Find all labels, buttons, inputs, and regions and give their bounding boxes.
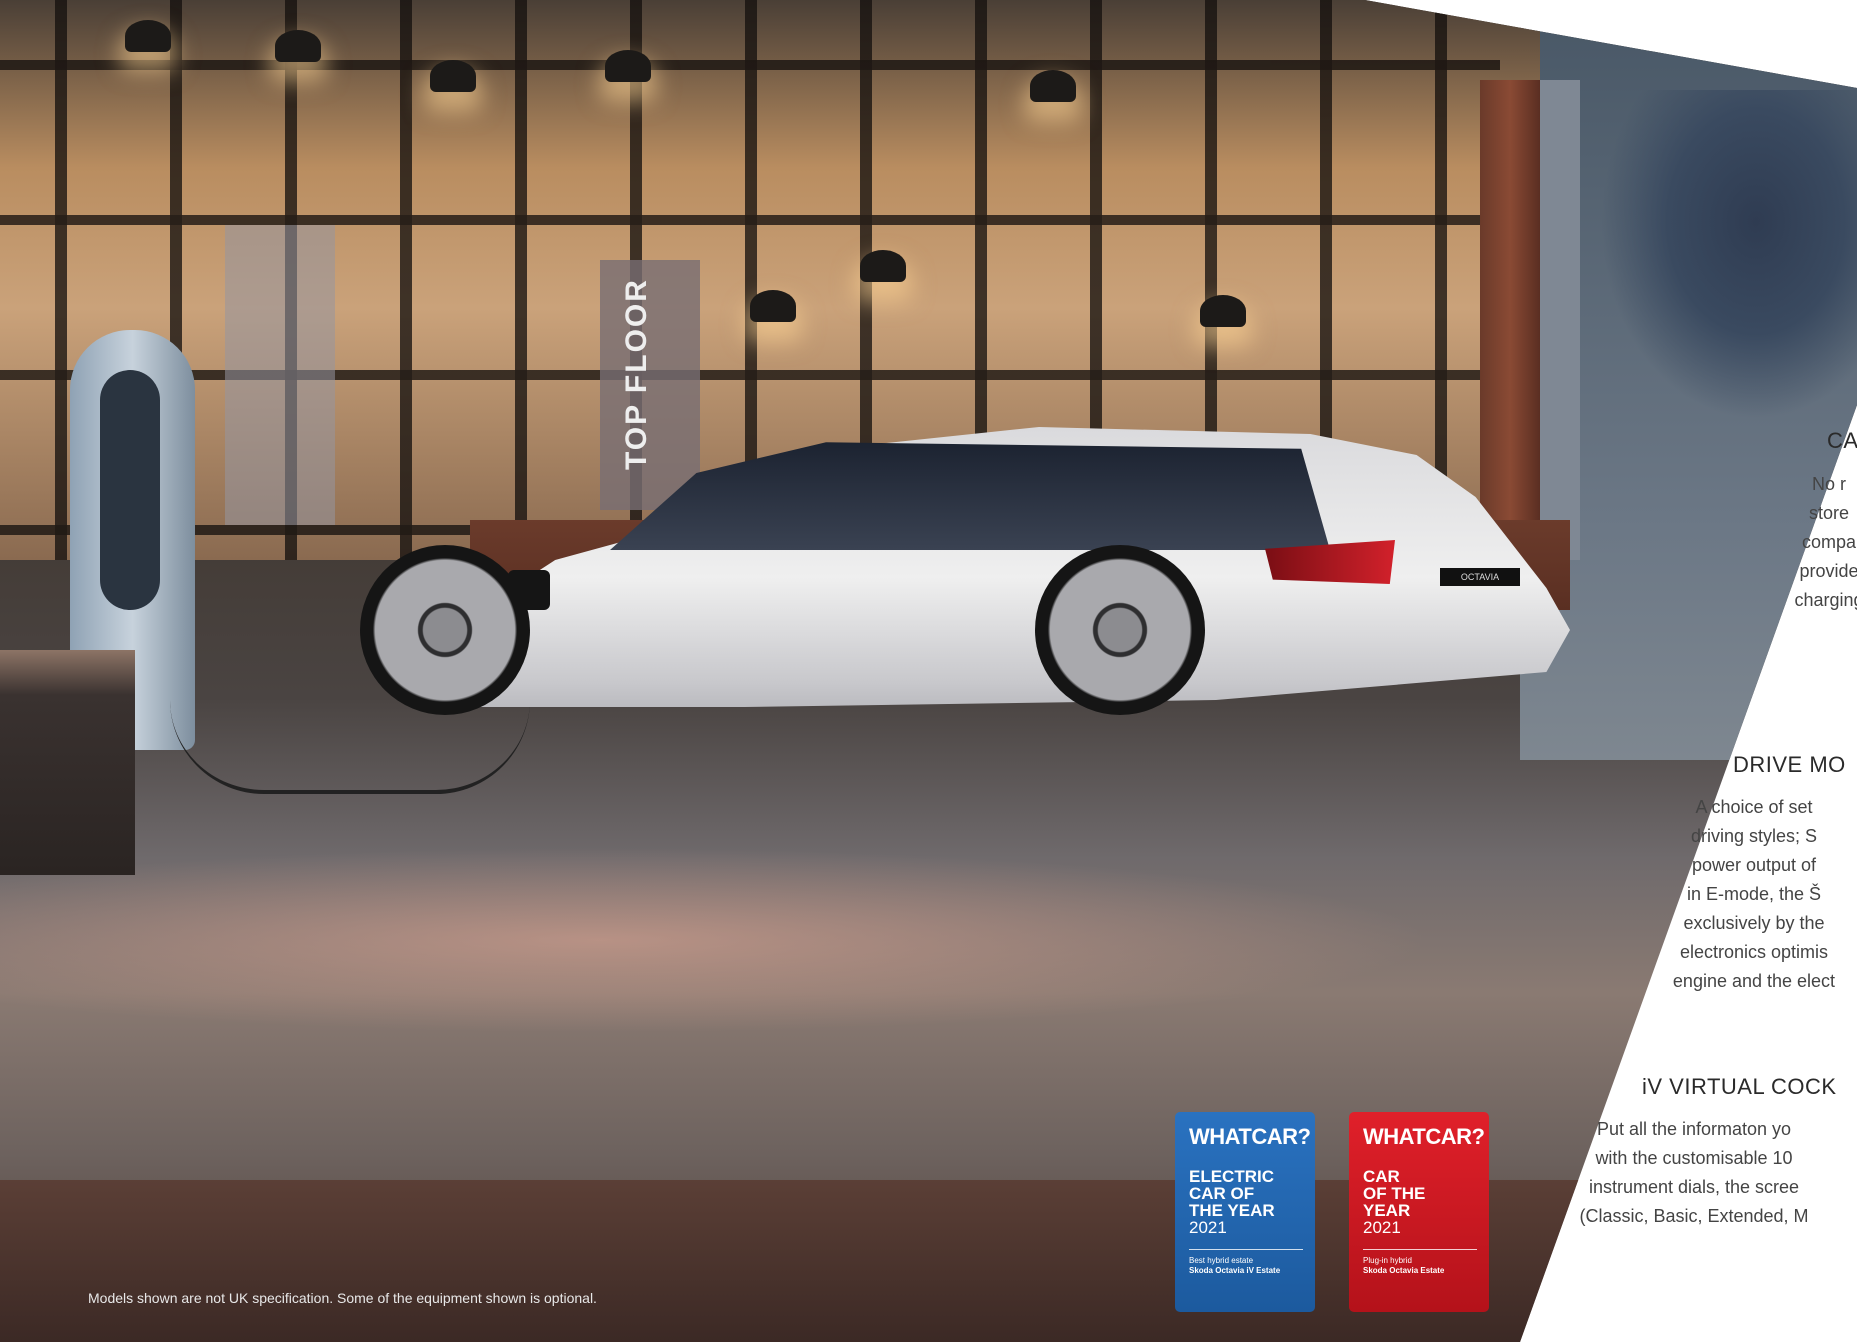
award-badge-electric-car: WHATCAR? ELECTRIC CAR OF THE YEAR 2021 B… — [1175, 1112, 1315, 1312]
front-wheel — [360, 545, 530, 715]
feature-section-virtual-cockpit: iV VIRTUAL COCK — [1642, 1074, 1837, 1100]
section-title: CA — [1827, 428, 1857, 453]
pendant-lamp — [275, 30, 321, 62]
section-line: No r — [1811, 474, 1846, 494]
feature-section-charging: CA — [1827, 428, 1857, 454]
section-line: in E-mode, the Š — [1686, 884, 1822, 904]
section-line: driving styles; S — [1690, 826, 1818, 846]
pendant-lamp — [605, 50, 651, 82]
section-line: exclusively by the — [1683, 913, 1825, 933]
section-line: provide — [1799, 561, 1857, 581]
section-line: store — [1808, 503, 1850, 523]
pendant-lamp — [1030, 70, 1076, 102]
badge-model: Skoda Octavia Estate — [1363, 1266, 1445, 1275]
street-planter-box — [0, 650, 135, 875]
section-line: A choice of set — [1695, 797, 1813, 817]
disclaimer-text: Models shown are not UK specification. S… — [88, 1290, 597, 1306]
section-title: DRIVE MO — [1733, 752, 1846, 777]
badge-category: Plug-in hybrid — [1363, 1256, 1412, 1265]
badge-divider — [1363, 1249, 1477, 1250]
badge-category: Best hybrid estate — [1189, 1256, 1254, 1265]
octavia-estate-car: OCTAVIA — [360, 420, 1570, 770]
section-line: Put all the informaton yo — [1596, 1119, 1792, 1139]
charger-slot — [100, 370, 160, 610]
pendant-lamp — [750, 290, 796, 322]
badge-model: Skoda Octavia iV Estate — [1189, 1266, 1281, 1275]
feature-section-drive-mode-body: A choice of set driving styles; S power … — [1629, 793, 1857, 996]
badge-brand: WHATCAR? — [1363, 1124, 1485, 1149]
road-reflection — [0, 840, 1500, 1040]
rear-wheel — [1035, 545, 1205, 715]
wall-mural — [1600, 90, 1857, 420]
badge-brand: WHATCAR? — [1189, 1124, 1311, 1149]
section-line: compa — [1801, 532, 1857, 552]
section-title: iV VIRTUAL COCK — [1642, 1074, 1837, 1099]
section-line: electronics optimis — [1679, 942, 1829, 962]
section-line: charging — [1794, 590, 1857, 610]
section-line: engine and the elect — [1672, 971, 1836, 991]
feature-section-charging-body: No r store compa provide charging — [1749, 470, 1857, 615]
pendant-lamp — [1200, 295, 1246, 327]
badge-award: ELECTRIC CAR OF THE YEAR — [1189, 1167, 1275, 1220]
car-model-badge: OCTAVIA — [1440, 568, 1520, 586]
pendant-lamp — [860, 250, 906, 282]
badge-divider — [1189, 1249, 1303, 1250]
section-line: with the customisable 10 — [1595, 1148, 1793, 1168]
pendant-lamp — [125, 20, 171, 52]
section-line: power output of — [1691, 855, 1817, 875]
poster-banner — [225, 225, 335, 525]
pendant-lamp — [430, 60, 476, 92]
feature-section-drive-mode: DRIVE MO — [1733, 752, 1846, 778]
section-line: (Classic, Basic, Extended, M — [1579, 1206, 1809, 1226]
badge-year: 2021 — [1363, 1218, 1401, 1237]
feature-section-virtual-cockpit-body: Put all the informaton yo with the custo… — [1529, 1115, 1857, 1231]
badge-year: 2021 — [1189, 1218, 1227, 1237]
section-line: instrument dials, the scree — [1588, 1177, 1800, 1197]
award-badge-car-of-the-year: WHATCAR? CAR OF THE YEAR 2021 Plug-in hy… — [1349, 1112, 1489, 1312]
badge-award: CAR OF THE YEAR — [1363, 1167, 1426, 1220]
car-windows — [610, 442, 1330, 550]
